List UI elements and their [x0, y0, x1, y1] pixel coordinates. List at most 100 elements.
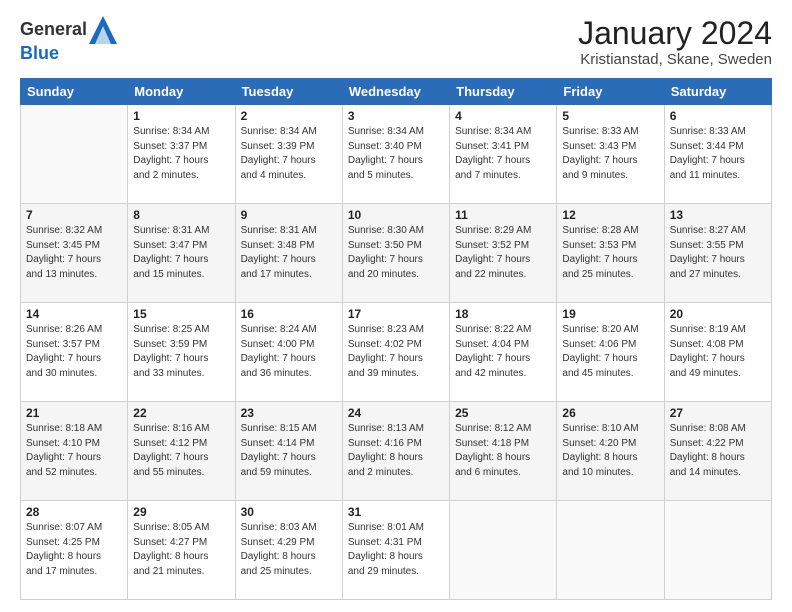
calendar-cell — [450, 501, 557, 600]
day-number: 17 — [348, 307, 444, 321]
calendar-cell: 4Sunrise: 8:34 AM Sunset: 3:41 PM Daylig… — [450, 105, 557, 204]
calendar-cell: 13 Sunrise: 8:27 AM Sunset: 3:55 PM Dayli… — [664, 204, 771, 303]
col-thursday: Thursday — [450, 79, 557, 105]
day-number: 4 — [455, 109, 551, 123]
calendar-cell: 11 Sunrise: 8:29 AM Sunset: 3:52 PM Dayli… — [450, 204, 557, 303]
calendar-cell: 20 Sunrise: 8:19 AM Sunset: 4:08 PM Dayli… — [664, 303, 771, 402]
calendar-cell: 5 Sunrise: 8:33 AM Sunset: 3:43 PM Daylig… — [557, 105, 664, 204]
calendar: Sunday Monday Tuesday Wednesday Thursday… — [20, 78, 772, 600]
day-info: Sunrise: 8:19 AM Sunset: 4:08 PM Dayligh… — [670, 323, 766, 381]
title-section: January 2024 Kristianstad, Skane, Sweden — [578, 16, 772, 68]
day-number: 23 — [241, 406, 337, 420]
day-number: 5 — [562, 109, 658, 123]
calendar-week-5: 28 Sunrise: 8:07 AM Sunset: 4:25 PM Dayli… — [21, 501, 772, 600]
day-number: 7 — [26, 208, 122, 222]
day-info: Sunrise: 8:25 AM Sunset: 3:59 PM Dayligh… — [133, 323, 229, 381]
calendar-week-4: 21 Sunrise: 8:18 AM Sunset: 4:10 PM Dayli… — [21, 402, 772, 501]
day-info: Sunrise: 8:28 AM Sunset: 3:53 PM Dayligh… — [562, 224, 658, 282]
day-number: 29 — [133, 505, 229, 519]
day-info: Sunrise: 8:22 AM Sunset: 4:04 PM Dayligh… — [455, 323, 551, 381]
day-number: 24 — [348, 406, 444, 420]
calendar-cell — [557, 501, 664, 600]
day-number: 14 — [26, 307, 122, 321]
calendar-cell: 18 Sunrise: 8:22 AM Sunset: 4:04 PM Dayli… — [450, 303, 557, 402]
day-number: 2 — [241, 109, 337, 123]
calendar-cell: 14Sunrise: 8:26 AM Sunset: 3:57 PM Dayli… — [21, 303, 128, 402]
calendar-cell: 9 Sunrise: 8:31 AM Sunset: 3:48 PM Daylig… — [235, 204, 342, 303]
calendar-cell: 16 Sunrise: 8:24 AM Sunset: 4:00 PM Dayli… — [235, 303, 342, 402]
calendar-cell: 29 Sunrise: 8:05 AM Sunset: 4:27 PM Dayli… — [128, 501, 235, 600]
day-info: Sunrise: 8:20 AM Sunset: 4:06 PM Dayligh… — [562, 323, 658, 381]
calendar-week-1: 1 Sunrise: 8:34 AM Sunset: 3:37 PM Daylig… — [21, 105, 772, 204]
col-tuesday: Tuesday — [235, 79, 342, 105]
day-info: Sunrise: 8:05 AM Sunset: 4:27 PM Dayligh… — [133, 521, 229, 579]
day-number: 31 — [348, 505, 444, 519]
day-number: 26 — [562, 406, 658, 420]
calendar-cell: 17 Sunrise: 8:23 AM Sunset: 4:02 PM Dayli… — [342, 303, 449, 402]
day-number: 13 — [670, 208, 766, 222]
day-number: 25 — [455, 406, 551, 420]
day-number: 15 — [133, 307, 229, 321]
day-info: Sunrise: 8:24 AM Sunset: 4:00 PM Dayligh… — [241, 323, 337, 381]
calendar-week-2: 7 Sunrise: 8:32 AM Sunset: 3:45 PM Daylig… — [21, 204, 772, 303]
col-saturday: Saturday — [664, 79, 771, 105]
day-number: 6 — [670, 109, 766, 123]
day-number: 18 — [455, 307, 551, 321]
calendar-cell: 23 Sunrise: 8:15 AM Sunset: 4:14 PM Dayli… — [235, 402, 342, 501]
calendar-cell: 22 Sunrise: 8:16 AM Sunset: 4:12 PM Dayli… — [128, 402, 235, 501]
day-info: Sunrise: 8:30 AM Sunset: 3:50 PM Dayligh… — [348, 224, 444, 282]
logo-general: General — [20, 19, 87, 39]
calendar-cell: 27 Sunrise: 8:08 AM Sunset: 4:22 PM Dayli… — [664, 402, 771, 501]
calendar-cell: 7 Sunrise: 8:32 AM Sunset: 3:45 PM Daylig… — [21, 204, 128, 303]
day-number: 11 — [455, 208, 551, 222]
day-number: 10 — [348, 208, 444, 222]
day-number: 8 — [133, 208, 229, 222]
calendar-cell: 2Sunrise: 8:34 AM Sunset: 3:39 PM Daylig… — [235, 105, 342, 204]
day-number: 20 — [670, 307, 766, 321]
logo-blue: Blue — [20, 43, 59, 63]
calendar-cell: 1 Sunrise: 8:34 AM Sunset: 3:37 PM Daylig… — [128, 105, 235, 204]
day-number: 16 — [241, 307, 337, 321]
logo-blue-text: Blue — [20, 44, 119, 64]
calendar-cell: 21 Sunrise: 8:18 AM Sunset: 4:10 PM Dayli… — [21, 402, 128, 501]
day-number: 27 — [670, 406, 766, 420]
day-number: 28 — [26, 505, 122, 519]
calendar-header: Sunday Monday Tuesday Wednesday Thursday… — [21, 79, 772, 105]
calendar-cell: 19Sunrise: 8:20 AM Sunset: 4:06 PM Dayli… — [557, 303, 664, 402]
month-title: January 2024 — [578, 16, 772, 51]
day-number: 21 — [26, 406, 122, 420]
calendar-cell: 8Sunrise: 8:31 AM Sunset: 3:47 PM Daylig… — [128, 204, 235, 303]
day-number: 9 — [241, 208, 337, 222]
calendar-page: General Blue January 2024 Kristianstad, … — [0, 0, 792, 612]
day-info: Sunrise: 8:16 AM Sunset: 4:12 PM Dayligh… — [133, 422, 229, 480]
calendar-cell: 15 Sunrise: 8:25 AM Sunset: 3:59 PM Dayli… — [128, 303, 235, 402]
day-info: Sunrise: 8:12 AM Sunset: 4:18 PM Dayligh… — [455, 422, 551, 480]
day-info: Sunrise: 8:33 AM Sunset: 3:44 PM Dayligh… — [670, 125, 766, 183]
day-info: Sunrise: 8:27 AM Sunset: 3:55 PM Dayligh… — [670, 224, 766, 282]
day-info: Sunrise: 8:23 AM Sunset: 4:02 PM Dayligh… — [348, 323, 444, 381]
day-info: Sunrise: 8:33 AM Sunset: 3:43 PM Dayligh… — [562, 125, 658, 183]
day-info: Sunrise: 8:03 AM Sunset: 4:29 PM Dayligh… — [241, 521, 337, 579]
day-info: Sunrise: 8:18 AM Sunset: 4:10 PM Dayligh… — [26, 422, 122, 480]
calendar-cell: 3Sunrise: 8:34 AM Sunset: 3:40 PM Daylig… — [342, 105, 449, 204]
day-number: 30 — [241, 505, 337, 519]
day-info: Sunrise: 8:29 AM Sunset: 3:52 PM Dayligh… — [455, 224, 551, 282]
location: Kristianstad, Skane, Sweden — [578, 51, 772, 68]
calendar-cell — [21, 105, 128, 204]
day-info: Sunrise: 8:10 AM Sunset: 4:20 PM Dayligh… — [562, 422, 658, 480]
header: General Blue January 2024 Kristianstad, … — [20, 16, 772, 68]
day-info: Sunrise: 8:32 AM Sunset: 3:45 PM Dayligh… — [26, 224, 122, 282]
day-info: Sunrise: 8:34 AM Sunset: 3:40 PM Dayligh… — [348, 125, 444, 183]
logo-icon — [89, 16, 117, 44]
day-info: Sunrise: 8:07 AM Sunset: 4:25 PM Dayligh… — [26, 521, 122, 579]
day-info: Sunrise: 8:15 AM Sunset: 4:14 PM Dayligh… — [241, 422, 337, 480]
calendar-cell: 25 Sunrise: 8:12 AM Sunset: 4:18 PM Dayli… — [450, 402, 557, 501]
calendar-cell: 31Sunrise: 8:01 AM Sunset: 4:31 PM Dayli… — [342, 501, 449, 600]
calendar-body: 1 Sunrise: 8:34 AM Sunset: 3:37 PM Daylig… — [21, 105, 772, 600]
day-number: 1 — [133, 109, 229, 123]
day-number: 22 — [133, 406, 229, 420]
day-info: Sunrise: 8:08 AM Sunset: 4:22 PM Dayligh… — [670, 422, 766, 480]
calendar-cell: 28 Sunrise: 8:07 AM Sunset: 4:25 PM Dayli… — [21, 501, 128, 600]
day-info: Sunrise: 8:34 AM Sunset: 3:37 PM Dayligh… — [133, 125, 229, 183]
day-info: Sunrise: 8:31 AM Sunset: 3:48 PM Dayligh… — [241, 224, 337, 282]
